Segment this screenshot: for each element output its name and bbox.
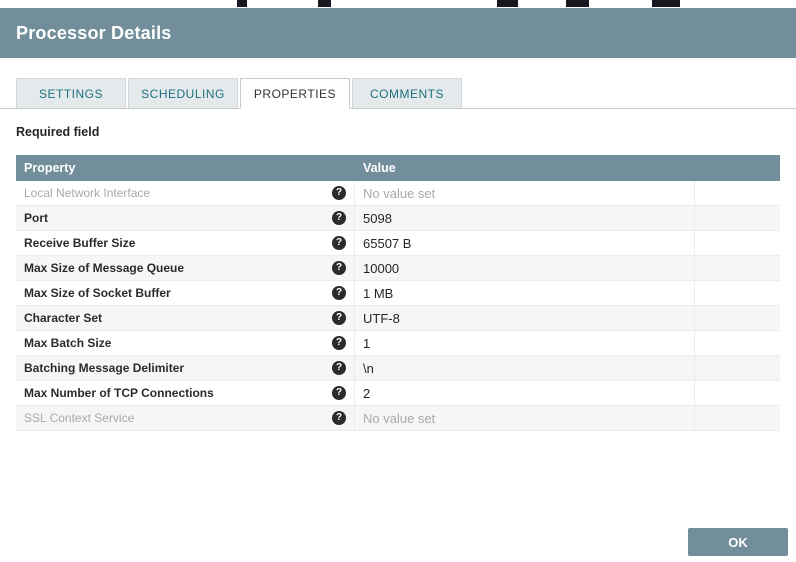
row-empty-cell <box>695 206 780 230</box>
property-name-cell: Port ? <box>16 206 355 230</box>
property-value[interactable]: 2 <box>355 381 695 405</box>
help-icon[interactable]: ? <box>332 186 346 200</box>
property-name-cell: Max Batch Size ? <box>16 331 355 355</box>
property-name: Port <box>24 211 48 225</box>
property-name: Receive Buffer Size <box>24 236 136 250</box>
property-value[interactable]: No value set <box>355 181 695 205</box>
dialog-title: Processor Details <box>16 22 172 43</box>
property-name-cell: Receive Buffer Size ? <box>16 231 355 255</box>
tab-label: SETTINGS <box>38 86 103 101</box>
property-row[interactable]: Local Network Interface ? No value set <box>16 181 780 206</box>
property-row[interactable]: Receive Buffer Size ? 65507 B <box>16 231 780 256</box>
property-name-cell: Local Network Interface ? <box>16 181 355 205</box>
property-name-cell: Batching Message Delimiter ? <box>16 356 355 380</box>
row-empty-cell <box>695 256 780 280</box>
property-name-cell: Character Set ? <box>16 306 355 330</box>
row-empty-cell <box>695 281 780 305</box>
property-value[interactable]: No value set <box>355 406 695 430</box>
row-empty-cell <box>695 381 780 405</box>
property-row[interactable]: Character Set ? UTF-8 <box>16 306 780 331</box>
tab-properties[interactable]: PROPERTIES <box>240 78 350 109</box>
tab-label: SCHEDULING <box>141 86 225 101</box>
property-row[interactable]: Max Number of TCP Connections ? 2 <box>16 381 780 406</box>
property-row[interactable]: Max Size of Socket Buffer ? 1 MB <box>16 281 780 306</box>
property-row[interactable]: Batching Message Delimiter ? \n <box>16 356 780 381</box>
property-name: Max Size of Message Queue <box>24 261 185 275</box>
tab-scheduling[interactable]: SCHEDULING <box>128 78 238 108</box>
property-row[interactable]: SSL Context Service ? No value set <box>16 406 780 431</box>
property-value[interactable]: 1 MB <box>355 281 695 305</box>
help-icon[interactable]: ? <box>332 236 346 250</box>
property-value[interactable]: 65507 B <box>355 231 695 255</box>
row-empty-cell <box>695 356 780 380</box>
help-icon[interactable]: ? <box>332 361 346 375</box>
column-header-empty <box>695 155 780 181</box>
help-icon[interactable]: ? <box>332 386 346 400</box>
column-header-value: Value <box>363 161 396 175</box>
ok-button[interactable]: OK <box>688 528 788 556</box>
help-icon[interactable]: ? <box>332 261 346 275</box>
properties-table-body: Local Network Interface ? No value set P… <box>16 181 780 431</box>
help-icon[interactable]: ? <box>332 336 346 350</box>
property-name-cell: Max Number of TCP Connections ? <box>16 381 355 405</box>
background-strip <box>0 0 796 8</box>
background-artifact <box>318 0 331 7</box>
column-header-property: Property <box>24 161 76 175</box>
required-field-label: Required field <box>16 125 100 139</box>
row-empty-cell <box>695 406 780 430</box>
property-value[interactable]: UTF-8 <box>355 306 695 330</box>
property-name: Character Set <box>24 311 103 325</box>
help-icon[interactable]: ? <box>332 211 346 225</box>
row-empty-cell <box>695 306 780 330</box>
property-row[interactable]: Max Size of Message Queue ? 10000 <box>16 256 780 281</box>
tab-comments[interactable]: COMMENTS <box>352 78 462 108</box>
help-icon[interactable]: ? <box>332 286 346 300</box>
row-empty-cell <box>695 181 780 205</box>
background-artifact <box>497 0 518 7</box>
property-value[interactable]: 10000 <box>355 256 695 280</box>
help-icon[interactable]: ? <box>332 311 346 325</box>
property-row[interactable]: Max Batch Size ? 1 <box>16 331 780 356</box>
row-empty-cell <box>695 331 780 355</box>
properties-table: Property Value Local Network Interface ?… <box>16 155 780 431</box>
row-empty-cell <box>695 231 780 255</box>
property-name: Batching Message Delimiter <box>24 361 185 375</box>
property-name: Max Batch Size <box>24 336 112 350</box>
property-value[interactable]: 1 <box>355 331 695 355</box>
property-name: Local Network Interface <box>24 186 151 200</box>
property-name: Max Size of Socket Buffer <box>24 286 171 300</box>
property-name-cell: Max Size of Socket Buffer ? <box>16 281 355 305</box>
property-value[interactable]: \n <box>355 356 695 380</box>
tab-label: COMMENTS <box>370 86 444 101</box>
help-icon[interactable]: ? <box>332 411 346 425</box>
property-row[interactable]: Port ? 5098 <box>16 206 780 231</box>
table-header-row: Property Value <box>16 155 780 181</box>
property-value[interactable]: 5098 <box>355 206 695 230</box>
background-artifact <box>652 0 680 7</box>
background-artifact <box>237 0 247 7</box>
dialog-header: Processor Details <box>0 8 796 58</box>
property-name-cell: Max Size of Message Queue ? <box>16 256 355 280</box>
property-name: SSL Context Service <box>24 411 135 425</box>
background-artifact <box>566 0 589 7</box>
tab-bar: SETTINGS SCHEDULING PROPERTIES COMMENTS <box>0 78 796 109</box>
tab-settings[interactable]: SETTINGS <box>16 78 126 108</box>
property-name-cell: SSL Context Service ? <box>16 406 355 430</box>
tab-label: PROPERTIES <box>253 86 337 101</box>
property-name: Max Number of TCP Connections <box>24 386 214 400</box>
